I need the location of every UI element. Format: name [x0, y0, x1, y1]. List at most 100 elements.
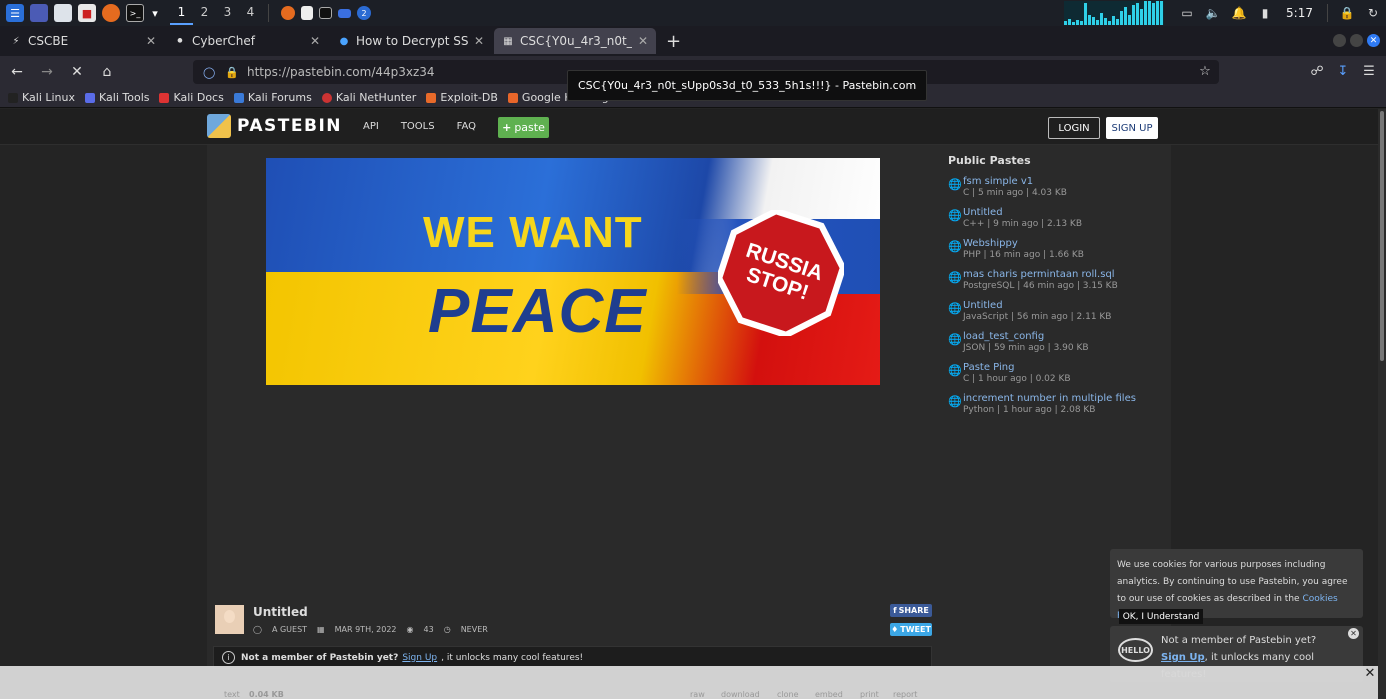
cookie-ok-button[interactable]: OK, I Understand — [1119, 609, 1203, 624]
window-close-button[interactable]: ✕ — [1367, 34, 1380, 47]
list-item[interactable]: 🌐 fsm simple v1 C | 5 min ago | 4.03 KB — [948, 176, 1158, 207]
shield-icon[interactable]: ◯ — [203, 66, 217, 79]
paste-link[interactable]: Untitled — [963, 300, 1111, 311]
close-icon[interactable]: ✕ — [1363, 666, 1377, 681]
url-text[interactable]: https://pastebin.com/44p3xz34 — [247, 65, 435, 79]
lock-icon[interactable]: 🔒 — [225, 66, 239, 79]
download-icon[interactable]: ↧ — [1334, 62, 1352, 80]
print-link[interactable]: print — [860, 690, 879, 699]
close-icon[interactable]: ✕ — [146, 34, 156, 48]
list-item[interactable]: 🌐 mas charis permintaan roll.sql PostgreSQ… — [948, 269, 1158, 300]
notification-bell-icon[interactable]: 🔔 — [1232, 6, 1247, 20]
tab-pastebin[interactable]: ▦ CSC{Y0u_4r3_n0t_sUpp ✕ — [494, 28, 656, 54]
hello-bubble-icon: HELLO — [1118, 638, 1153, 662]
share-label: SHARE — [898, 606, 929, 615]
bookmark-kali-forums[interactable]: Kali Forums — [233, 91, 312, 104]
terminal-window-icon[interactable] — [319, 7, 332, 19]
tab-title: CSCBE — [28, 34, 69, 48]
clone-link[interactable]: clone — [777, 690, 799, 699]
volume-icon[interactable]: 🔈 — [1206, 6, 1221, 20]
list-item[interactable]: 🌐 increment number in multiple files Pytho… — [948, 393, 1158, 424]
ghdb-icon — [507, 92, 518, 103]
paste-link[interactable]: load_test_config — [963, 331, 1089, 342]
close-icon[interactable]: ✕ — [474, 34, 484, 48]
hamburger-menu-icon[interactable]: ☰ — [1360, 62, 1378, 80]
kali-menu-icon[interactable]: ☰ — [6, 4, 24, 22]
desktop-window-icon[interactable] — [338, 8, 351, 18]
stop-loading-icon[interactable]: ✕ — [64, 59, 90, 85]
bookmark-exploit-db[interactable]: Exploit-DB — [426, 91, 498, 104]
signup-button[interactable]: SIGN UP — [1106, 117, 1158, 139]
browser-tab-bar: ⚡ CSCBE ✕ ⚫ CyberChef ✕ ● How to Decrypt… — [0, 26, 1386, 56]
paste-link[interactable]: Paste Ping — [963, 362, 1071, 373]
paste-author[interactable]: A GUEST — [272, 625, 307, 634]
tab-cyberchef[interactable]: ⚫ CyberChef ✕ — [166, 28, 328, 54]
display-icon[interactable]: ▭ — [1180, 6, 1194, 20]
minimize-button[interactable] — [1333, 34, 1346, 47]
workspace-2[interactable]: 2 — [193, 1, 216, 25]
terminal-icon[interactable]: >_ — [126, 4, 144, 22]
menu-tools[interactable]: TOOLS — [401, 121, 435, 132]
scrollbar-thumb[interactable] — [1380, 111, 1384, 361]
desktop-icon[interactable] — [30, 4, 48, 22]
paste-meta: PHP | 16 min ago | 1.66 KB — [963, 250, 1084, 260]
list-item[interactable]: 🌐 Paste Ping C | 1 hour ago | 0.02 KB — [948, 362, 1158, 393]
editor-window-icon[interactable] — [301, 6, 313, 20]
close-icon[interactable]: ✕ — [638, 34, 648, 48]
bookmark-kali-docs[interactable]: Kali Docs — [159, 91, 224, 104]
bookmark-kali-tools[interactable]: Kali Tools — [85, 91, 149, 104]
home-icon[interactable]: ⌂ — [94, 59, 120, 85]
text-editor-icon[interactable]: ■ — [78, 4, 96, 22]
settings-window-icon[interactable]: 2 — [357, 6, 371, 20]
download-link[interactable]: download — [721, 690, 760, 699]
workspace-1[interactable]: 1 — [170, 1, 193, 25]
tweet-button[interactable]: ♦ TWEET — [890, 623, 932, 636]
facebook-icon: f — [893, 606, 897, 615]
paste-link[interactable]: Webshippy — [963, 238, 1084, 249]
paste-link[interactable]: fsm simple v1 — [963, 176, 1067, 187]
maximize-button[interactable] — [1350, 34, 1363, 47]
list-item[interactable]: 🌐 load_test_config JSON | 59 min ago | 3.9… — [948, 331, 1158, 362]
raw-link[interactable]: raw — [690, 690, 705, 699]
bookmark-kali-nethunter[interactable]: Kali NetHunter — [321, 91, 416, 104]
bookmark-kali-linux[interactable]: Kali Linux — [8, 91, 75, 104]
notice-signup-link[interactable]: Sign Up — [402, 653, 437, 663]
paste-link[interactable]: Untitled — [963, 207, 1082, 218]
firefox-window-icon[interactable] — [281, 6, 295, 20]
workspace-3[interactable]: 3 — [216, 1, 239, 25]
workspace-4[interactable]: 4 — [239, 1, 262, 25]
forward-arrow-icon[interactable]: → — [34, 59, 60, 85]
bookmark-star-icon[interactable]: ☆ — [1196, 62, 1214, 80]
battery-icon[interactable]: ▮ — [1258, 6, 1272, 20]
chevron-down-icon[interactable]: ▾ — [150, 4, 160, 22]
popup-signup-link[interactable]: Sign Up — [1161, 652, 1205, 663]
report-link[interactable]: report — [893, 690, 917, 699]
tab-cscbe[interactable]: ⚡ CSCBE ✕ — [2, 28, 164, 54]
menu-faq[interactable]: FAQ — [457, 121, 476, 132]
login-button[interactable]: LOGIN — [1048, 117, 1100, 139]
list-item[interactable]: 🌐 Untitled C++ | 9 min ago | 2.13 KB — [948, 207, 1158, 238]
new-paste-button[interactable]: + paste — [498, 117, 549, 138]
power-icon[interactable]: ↻ — [1366, 6, 1380, 20]
menu-api[interactable]: API — [363, 121, 379, 132]
paste-link[interactable]: increment number in multiple files — [963, 393, 1136, 404]
pastebin-logo[interactable]: PASTEBIN — [207, 114, 342, 138]
clock: 5:17 — [1286, 6, 1313, 20]
firefox-icon[interactable] — [102, 4, 120, 22]
pocket-icon[interactable]: ☍ — [1308, 62, 1326, 80]
close-icon[interactable]: ✕ — [310, 34, 320, 48]
share-button[interactable]: f SHARE — [890, 604, 932, 617]
paste-link[interactable]: mas charis permintaan roll.sql — [963, 269, 1118, 280]
back-arrow-icon[interactable]: ← — [4, 59, 30, 85]
globe-icon: 🌐 — [948, 240, 962, 253]
tab-decrypt-ssl[interactable]: ● How to Decrypt SSL with ✕ — [330, 28, 492, 54]
lock-icon[interactable]: 🔒 — [1340, 6, 1355, 20]
peace-banner-image[interactable]: WE WANT PEACE RUSSIA STOP! — [266, 158, 880, 385]
list-item[interactable]: 🌐 Untitled JavaScript | 56 min ago | 2.11 … — [948, 300, 1158, 331]
close-icon[interactable]: ✕ — [1348, 628, 1359, 639]
embed-link[interactable]: embed — [815, 690, 843, 699]
workspace-switcher[interactable]: 1 2 3 4 — [170, 1, 262, 25]
file-manager-icon[interactable] — [54, 4, 72, 22]
new-tab-button[interactable]: + — [666, 31, 681, 52]
list-item[interactable]: 🌐 Webshippy PHP | 16 min ago | 1.66 KB — [948, 238, 1158, 269]
